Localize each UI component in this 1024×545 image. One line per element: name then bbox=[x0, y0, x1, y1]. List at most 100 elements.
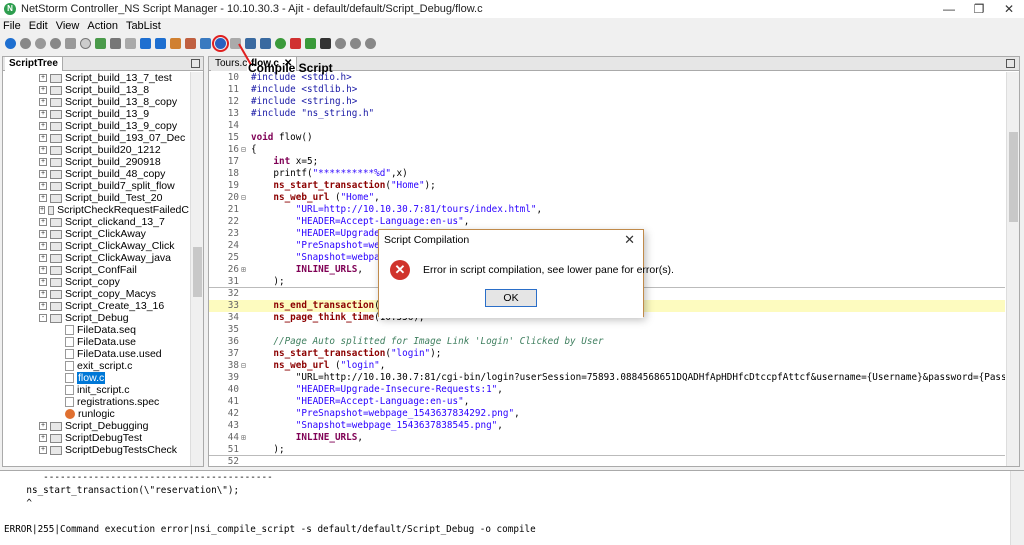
tree-item[interactable]: + Script_build7_split_flow bbox=[3, 180, 189, 192]
code-line[interactable]: 52 bbox=[209, 456, 1005, 466]
code-line[interactable]: 14 bbox=[209, 120, 1005, 132]
tree-item[interactable]: + Script_build_13_9_copy bbox=[3, 120, 189, 132]
monitor-icon[interactable] bbox=[245, 37, 256, 49]
tree-item[interactable]: runlogic bbox=[3, 408, 189, 420]
tree-item[interactable]: + ScriptDebugTest bbox=[3, 432, 189, 444]
tree-item[interactable]: + ScriptDebugTestsCheck bbox=[3, 444, 189, 456]
tree-item[interactable]: init_script.c bbox=[3, 384, 189, 396]
ok-button[interactable]: OK bbox=[485, 289, 537, 307]
code-line[interactable]: 44 ⊞ INLINE_URLS, bbox=[209, 432, 1005, 444]
expand-toggle-icon[interactable]: + bbox=[39, 434, 47, 442]
code-line[interactable]: 43 "Snapshot=webpage_1543637838545.png", bbox=[209, 420, 1005, 432]
tree-item[interactable]: + Script_copy bbox=[3, 276, 189, 288]
expand-toggle-icon[interactable]: + bbox=[39, 254, 47, 262]
dialog-close-icon[interactable]: ✕ bbox=[624, 230, 635, 250]
code-line[interactable]: 20 ⊟ ns_web_url ("Home", bbox=[209, 192, 1005, 204]
maximize-editor-icon[interactable] bbox=[1006, 59, 1015, 68]
expand-toggle-icon[interactable]: + bbox=[39, 230, 47, 238]
save-icon[interactable] bbox=[110, 37, 121, 49]
expand-toggle-icon[interactable]: + bbox=[39, 134, 47, 142]
expand-toggle-icon[interactable]: + bbox=[39, 86, 47, 94]
menu-tablist[interactable]: TabList bbox=[126, 20, 161, 32]
code-line[interactable]: 40 "HEADER=Upgrade-Insecure-Requests:1", bbox=[209, 384, 1005, 396]
maximize-button[interactable]: ❐ bbox=[964, 2, 994, 16]
fold-toggle-icon[interactable]: ⊟ bbox=[241, 360, 251, 372]
add-file-icon[interactable] bbox=[95, 37, 106, 49]
expand-toggle-icon[interactable]: + bbox=[39, 158, 47, 166]
disabled-b-icon[interactable] bbox=[350, 37, 361, 49]
compile-script-icon[interactable] bbox=[212, 34, 229, 52]
export-icon[interactable] bbox=[305, 37, 316, 49]
stop-icon[interactable] bbox=[20, 37, 31, 49]
code-line[interactable]: 11 #include <stdlib.h> bbox=[209, 84, 1005, 96]
expand-toggle-icon[interactable]: + bbox=[39, 182, 47, 190]
code-line[interactable]: 39 "URL=http://10.10.30.7:81/cgi-bin/log… bbox=[209, 372, 1005, 384]
refresh-icon[interactable] bbox=[275, 37, 286, 49]
tree-item[interactable]: + Script_build_13_7_test bbox=[3, 72, 189, 84]
pause-icon[interactable] bbox=[50, 37, 61, 49]
disabled-a-icon[interactable] bbox=[335, 37, 346, 49]
code-line[interactable]: 19 ns_start_transaction("Home"); bbox=[209, 180, 1005, 192]
search-script-icon[interactable] bbox=[185, 37, 196, 49]
tree-item[interactable]: + Script_Debugging bbox=[3, 420, 189, 432]
code-line[interactable]: 13 #include "ns_string.h" bbox=[209, 108, 1005, 120]
tree-item[interactable]: exit_script.c bbox=[3, 360, 189, 372]
code-line[interactable]: 51 ); bbox=[209, 444, 1005, 456]
alarm-icon[interactable] bbox=[290, 37, 301, 49]
code-line[interactable]: 41 "HEADER=Accept-Language:en-us", bbox=[209, 396, 1005, 408]
abort-icon[interactable] bbox=[35, 37, 46, 49]
fold-toggle-icon[interactable]: ⊞ bbox=[241, 264, 251, 276]
minimize-button[interactable]: — bbox=[934, 2, 964, 16]
copy-icon[interactable] bbox=[125, 37, 136, 49]
tree-item[interactable]: flow.c bbox=[3, 372, 189, 384]
comment-icon[interactable] bbox=[80, 37, 91, 49]
code-line[interactable]: 21 "URL=http://10.10.30.7:81/tours/index… bbox=[209, 204, 1005, 216]
menu-file[interactable]: File bbox=[3, 20, 21, 32]
code-line[interactable]: 37 ns_start_transaction("login"); bbox=[209, 348, 1005, 360]
close-window-button[interactable]: ✕ bbox=[994, 2, 1024, 16]
expand-toggle-icon[interactable]: + bbox=[39, 278, 47, 286]
image-icon[interactable] bbox=[260, 37, 271, 49]
expand-toggle-icon[interactable]: + bbox=[39, 422, 47, 430]
tree-item[interactable]: + Script_Create_13_16 bbox=[3, 300, 189, 312]
tree-item[interactable]: registrations.spec bbox=[3, 396, 189, 408]
expand-toggle-icon[interactable]: + bbox=[39, 218, 47, 226]
expand-toggle-icon[interactable]: + bbox=[39, 290, 47, 298]
code-line[interactable]: 36 //Page Auto splitted for Image Link '… bbox=[209, 336, 1005, 348]
tools-icon[interactable] bbox=[170, 37, 181, 49]
expand-toggle-icon[interactable]: + bbox=[39, 170, 47, 178]
code-line[interactable]: 15 void flow() bbox=[209, 132, 1005, 144]
disabled-c-icon[interactable] bbox=[365, 37, 376, 49]
download-icon[interactable] bbox=[140, 37, 151, 49]
tree-item[interactable]: + Script_build_13_8_copy bbox=[3, 96, 189, 108]
tree-item[interactable]: + Script_build_290918 bbox=[3, 156, 189, 168]
step-icon[interactable] bbox=[65, 37, 76, 49]
fold-toggle-icon[interactable]: ⊞ bbox=[241, 432, 251, 444]
code-line[interactable]: 38 ⊟ ns_web_url ("login", bbox=[209, 360, 1005, 372]
tree-item[interactable]: + Script_ClickAway_Click bbox=[3, 240, 189, 252]
code-line[interactable]: 22 "HEADER=Accept-Language:en-us", bbox=[209, 216, 1005, 228]
tree-item[interactable]: + Script_ConfFail bbox=[3, 264, 189, 276]
expand-toggle-icon[interactable]: + bbox=[39, 446, 47, 454]
expand-toggle-icon[interactable]: + bbox=[39, 98, 47, 106]
expand-toggle-icon[interactable]: + bbox=[39, 302, 47, 310]
code-line[interactable]: 35 bbox=[209, 324, 1005, 336]
expand-toggle-icon[interactable]: + bbox=[39, 206, 46, 214]
tree-item[interactable]: + Script_clickand_13_7 bbox=[3, 216, 189, 228]
maximize-panel-icon[interactable] bbox=[191, 59, 200, 68]
tree-item[interactable]: - Script_Debug bbox=[3, 312, 189, 324]
tree-scrollbar[interactable] bbox=[190, 72, 203, 466]
tree-item[interactable]: FileData.use bbox=[3, 336, 189, 348]
run-icon[interactable] bbox=[5, 37, 16, 49]
output-scrollbar[interactable] bbox=[1010, 471, 1024, 545]
code-line[interactable]: 18 printf("**********%d",x) bbox=[209, 168, 1005, 180]
record-icon[interactable] bbox=[200, 37, 211, 49]
expand-toggle-icon[interactable]: + bbox=[39, 74, 47, 82]
tree-item[interactable]: + Script_build20_1212 bbox=[3, 144, 189, 156]
save-all-icon[interactable] bbox=[320, 37, 331, 49]
code-line[interactable]: 16 ⊟{ bbox=[209, 144, 1005, 156]
tree-item[interactable]: + Script_ClickAway bbox=[3, 228, 189, 240]
tab-scripttree[interactable]: ScriptTree bbox=[5, 57, 63, 71]
expand-toggle-icon[interactable]: + bbox=[39, 194, 47, 202]
tree-item[interactable]: + Script_build_48_copy bbox=[3, 168, 189, 180]
